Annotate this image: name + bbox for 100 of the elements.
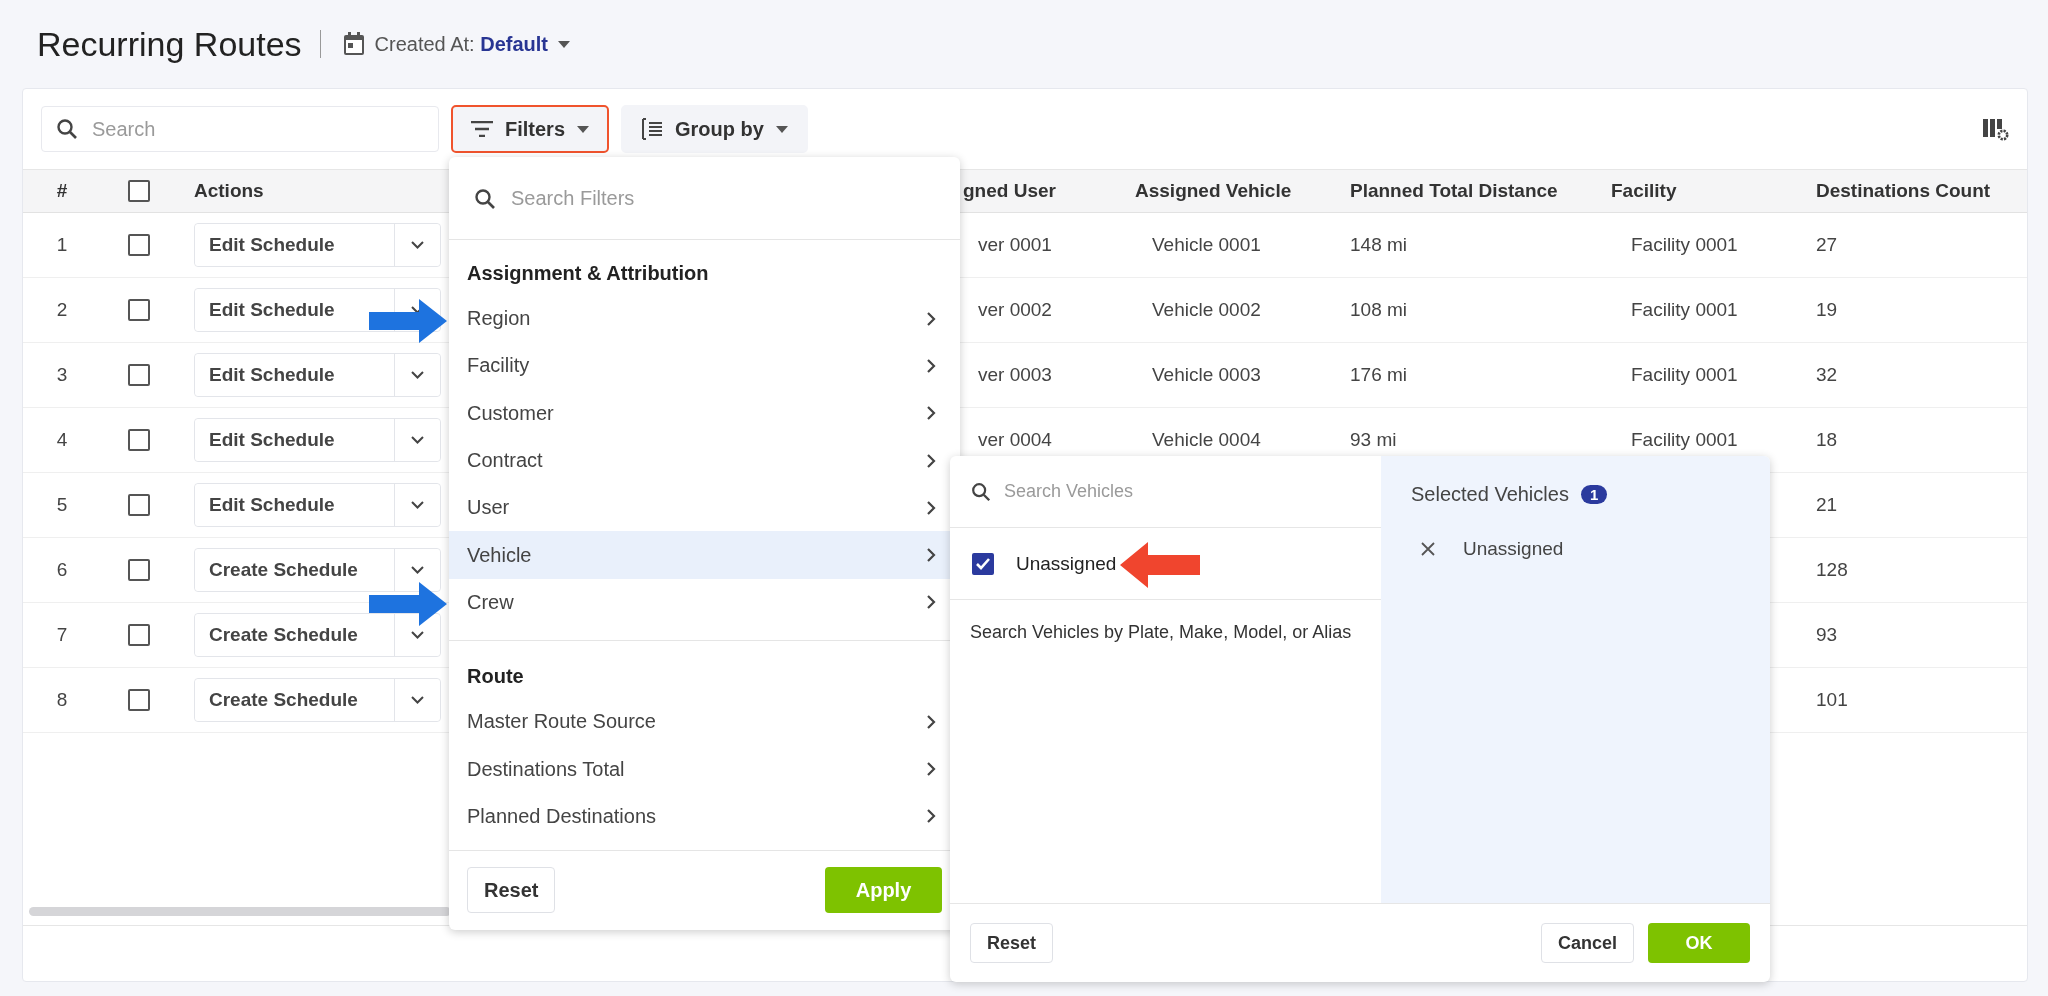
remove-button[interactable] bbox=[1421, 542, 1435, 556]
column-header[interactable]: Actions bbox=[194, 180, 264, 202]
table-cell: 101 bbox=[1816, 689, 1848, 711]
calendar-icon bbox=[342, 32, 365, 56]
table-cell: 93 mi bbox=[1350, 429, 1397, 451]
chevron-right-icon bbox=[926, 761, 936, 777]
row-checkbox[interactable] bbox=[127, 624, 150, 646]
row-number: 2 bbox=[56, 299, 68, 321]
chevron-down-icon bbox=[411, 436, 424, 444]
table-cell: Facility 0001 bbox=[1631, 299, 1738, 321]
caret-icon bbox=[775, 125, 788, 133]
search-icon bbox=[473, 186, 497, 211]
column-header[interactable]: Destinations Count bbox=[1816, 180, 1991, 202]
chevron-right-icon bbox=[926, 547, 936, 564]
selected-vehicles-title: Selected Vehicles bbox=[1411, 482, 1569, 506]
more-actions-button[interactable] bbox=[394, 614, 440, 656]
vehicle-search-field[interactable]: Search Vehicles bbox=[950, 456, 1381, 528]
group-by-button[interactable]: Group by bbox=[621, 105, 808, 153]
reset-button[interactable]: Reset bbox=[970, 923, 1054, 963]
created-at-dropdown[interactable]: Created At: Default bbox=[338, 28, 574, 60]
column-header[interactable]: Planned Total Distance bbox=[1350, 180, 1558, 202]
row-number: 6 bbox=[56, 559, 68, 581]
table-cell: 27 bbox=[1816, 234, 1838, 256]
table-cell: Vehicle 0003 bbox=[1152, 364, 1261, 386]
row-number: 4 bbox=[56, 429, 68, 451]
filter-group-heading: Assignment & Attribution bbox=[466, 261, 710, 286]
row-checkbox[interactable] bbox=[127, 494, 150, 516]
selected-vehicle: Unassigned bbox=[1463, 538, 1564, 560]
row-checkbox[interactable] bbox=[127, 299, 150, 321]
filter-item[interactable]: Facility bbox=[449, 342, 960, 390]
chevron-down-icon bbox=[411, 371, 424, 379]
row-number: 3 bbox=[56, 364, 68, 386]
table-cell: 148 mi bbox=[1350, 234, 1408, 256]
filter-item[interactable]: Customer bbox=[449, 389, 960, 437]
table-cell: ver 0001 bbox=[978, 234, 1052, 256]
row-number: 8 bbox=[56, 689, 68, 711]
page-title: Recurring Routes bbox=[37, 24, 302, 64]
reset-button[interactable]: Reset bbox=[467, 867, 556, 914]
filter-group-heading: Route bbox=[466, 664, 525, 690]
search-field[interactable]: Search bbox=[41, 106, 439, 152]
table-cell: Vehicle 0002 bbox=[1152, 299, 1261, 321]
table-cell: ver 0003 bbox=[978, 364, 1052, 386]
search-hint: Search Vehicles by Plate, Make, Model, or Alias bbox=[969, 621, 1353, 644]
column-settings-icon[interactable] bbox=[1983, 117, 2009, 141]
table-cell: Facility 0001 bbox=[1631, 429, 1738, 451]
vehicle-option-label[interactable]: Unassigned bbox=[1016, 552, 1117, 575]
filter-search-field[interactable]: Search Filters bbox=[449, 157, 960, 240]
column-header[interactable]: # bbox=[56, 180, 68, 202]
chevron-right-icon bbox=[926, 499, 936, 516]
table-cell: Facility 0001 bbox=[1631, 364, 1738, 386]
caret-icon bbox=[558, 40, 570, 48]
table-cell: 176 mi bbox=[1350, 364, 1408, 386]
column-header[interactable]: gned User bbox=[963, 180, 1056, 202]
caret-icon bbox=[577, 125, 590, 133]
chevron-down-icon bbox=[411, 566, 424, 574]
table-cell: 21 bbox=[1816, 494, 1838, 516]
table-cell: 128 bbox=[1816, 559, 1848, 581]
cancel-button[interactable]: Cancel bbox=[1540, 923, 1634, 963]
table-cell: Facility 0001 bbox=[1631, 234, 1738, 256]
row-number: 5 bbox=[56, 494, 68, 516]
row-number: 7 bbox=[56, 624, 68, 646]
filter-icon bbox=[471, 121, 493, 137]
table-cell: ver 0002 bbox=[978, 299, 1052, 321]
chevron-right-icon bbox=[926, 310, 936, 327]
table-cell: Vehicle 0004 bbox=[1152, 429, 1261, 451]
list-icon bbox=[641, 118, 664, 140]
filter-item[interactable]: Region bbox=[449, 295, 960, 343]
chevron-down-icon bbox=[411, 501, 424, 509]
table-cell: 18 bbox=[1816, 429, 1838, 451]
chevron-right-icon bbox=[926, 808, 936, 825]
row-number: 1 bbox=[56, 234, 68, 256]
chevron-right-icon bbox=[926, 405, 936, 422]
more-actions-button[interactable] bbox=[394, 549, 440, 591]
select-all-checkbox[interactable] bbox=[127, 180, 150, 202]
chevron-right-icon bbox=[926, 357, 936, 374]
filters-button[interactable]: Filters bbox=[451, 105, 610, 153]
row-checkbox[interactable] bbox=[127, 559, 150, 581]
close-icon bbox=[1421, 542, 1435, 556]
scrollbar[interactable] bbox=[29, 907, 451, 916]
search-icon bbox=[55, 117, 79, 141]
column-header[interactable]: Assigned Vehicle bbox=[1135, 180, 1292, 202]
row-checkbox[interactable] bbox=[127, 429, 150, 451]
table-cell: ver 0004 bbox=[978, 429, 1052, 451]
chevron-down-icon bbox=[411, 241, 424, 249]
table-cell: 108 mi bbox=[1350, 299, 1408, 321]
checkmark-icon bbox=[975, 556, 991, 571]
chevron-down-icon bbox=[411, 696, 424, 704]
chevron-right-icon bbox=[926, 594, 936, 611]
row-checkbox[interactable] bbox=[127, 364, 150, 386]
search-icon bbox=[970, 481, 992, 503]
row-checkbox[interactable] bbox=[127, 234, 150, 256]
table-cell: 93 bbox=[1816, 624, 1838, 646]
row-checkbox[interactable] bbox=[127, 689, 150, 711]
chevron-right-icon bbox=[926, 452, 936, 469]
chevron-right-icon bbox=[926, 713, 936, 730]
table-cell: 32 bbox=[1816, 364, 1838, 386]
table-cell: 19 bbox=[1816, 299, 1838, 321]
chevron-down-icon bbox=[411, 631, 424, 639]
column-header[interactable]: Facility bbox=[1611, 180, 1677, 202]
vehicle-checkbox[interactable] bbox=[972, 552, 994, 575]
